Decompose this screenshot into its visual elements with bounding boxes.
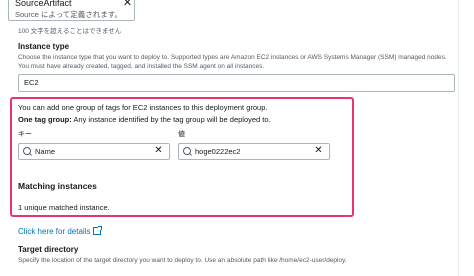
matched-instance-count: 1 unique matched instance. [18,203,110,212]
tag-group-intro: You can add one group of tags for EC2 in… [18,103,268,112]
token-subtitle: Source によって定義されます。 [15,10,122,19]
key-label: キー [18,131,32,138]
tag-key-input[interactable] [35,145,145,157]
token-title: SourceArtifact [15,0,72,8]
external-link-icon [93,226,103,235]
matching-instances-heading: Matching instances [18,181,97,191]
one-tag-group-bold: One tag group: [18,115,72,124]
char-limit-note: 100 文字を超えることはできません [18,28,122,35]
panel-divider [458,0,459,276]
tag-value-input[interactable] [195,145,305,157]
search-icon [183,147,191,155]
target-directory-description: Specify the location of the target direc… [18,257,347,264]
tag-key-input-box: ✕ [18,143,170,160]
clear-key-icon[interactable]: ✕ [153,145,164,157]
value-label: 値 [178,131,185,138]
instance-type-select[interactable]: EC2 [18,74,455,92]
instance-type-label: Instance type [18,42,70,51]
instance-type-selected: EC2 [24,78,39,87]
one-tag-group-rest: Any instance identified by the tag group… [71,115,271,124]
one-tag-group-text: One tag group: Any instance identified b… [18,115,271,124]
tag-value-input-box: ✕ [178,143,330,160]
source-artifact-token[interactable]: SourceArtifact Source によって定義されます。 ✕ [8,0,135,21]
clear-value-icon[interactable]: ✕ [313,145,324,157]
details-link-text[interactable]: Click here for details [18,227,90,236]
close-icon[interactable]: ✕ [122,0,133,9]
target-directory-label: Target directory [18,245,79,254]
instance-type-description: Choose the instance type that you want t… [18,54,447,70]
details-link[interactable]: Click here for details [18,221,103,239]
search-icon [23,147,31,155]
